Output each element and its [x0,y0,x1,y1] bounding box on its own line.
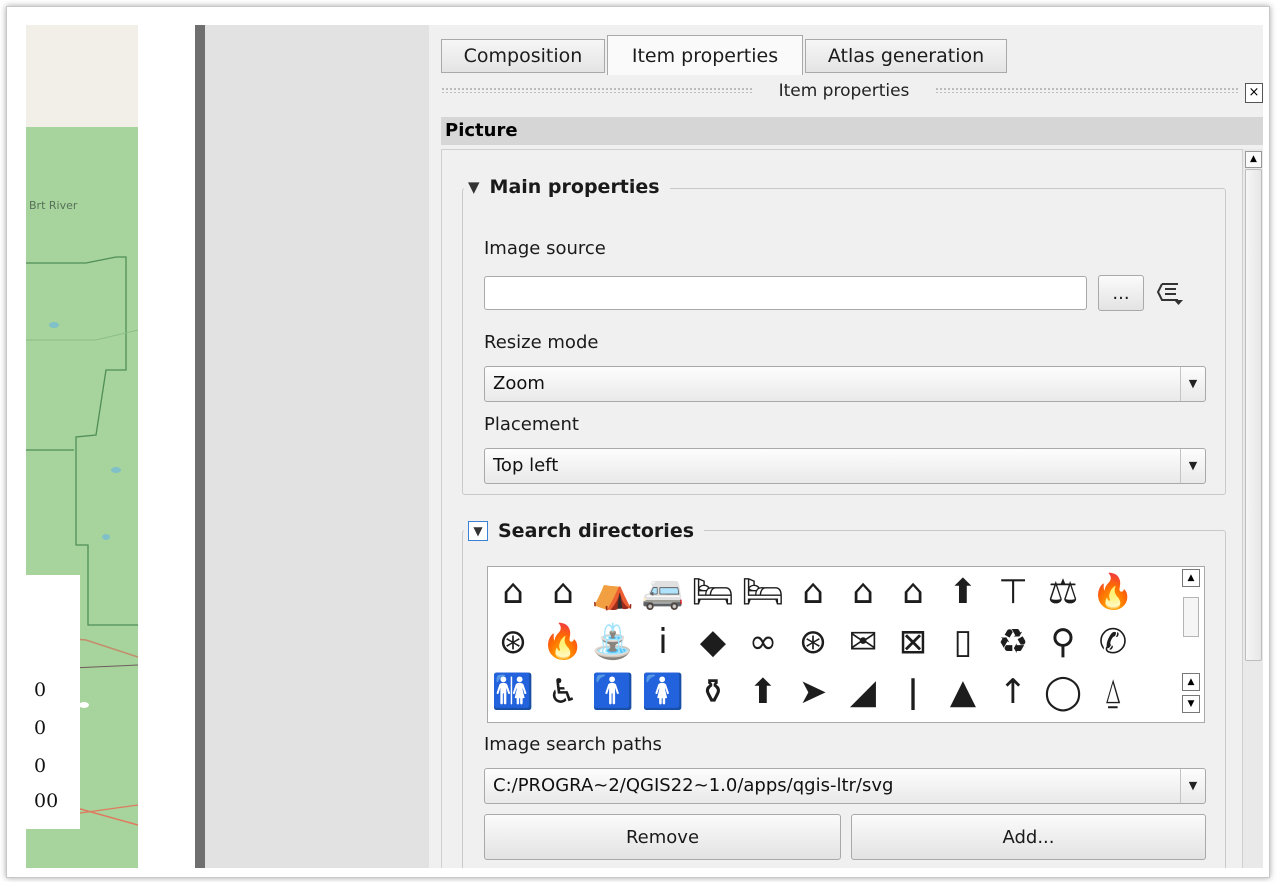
properties-scrollbar[interactable]: ▲ [1242,149,1263,868]
svg-symbol-icon[interactable]: ◆ [690,619,736,665]
svg-symbol-icon[interactable]: ⌂ [490,569,536,615]
svg-symbol-icon[interactable]: 🚐 [640,569,686,615]
svg-symbol-icon[interactable]: ➤ [790,669,836,715]
svg-symbol-icon[interactable]: 🔥 [1090,569,1136,615]
item-type-header: Picture [441,117,1263,145]
svg-symbol-icon[interactable]: 🚺 [640,669,686,715]
svg-symbol-icon[interactable]: ǀ [890,669,936,715]
svg-symbol-icon[interactable]: ⊛ [490,619,536,665]
canvas-ruler-edge [195,25,205,868]
scale-value: 0 [34,755,47,777]
svg-symbol-icon[interactable]: ⌂ [790,569,836,615]
properties-scroll-area[interactable]: ▼ Main properties Image source ... Resiz… [441,149,1243,868]
svg-symbol-icon[interactable]: ⬆ [940,569,986,615]
scale-value: 0 [34,717,47,739]
svg-symbol-icon[interactable]: ⬆ [740,669,786,715]
main-properties-header[interactable]: ▼ Main properties [464,170,670,204]
svg-symbol-icon[interactable]: ⚖ [1040,569,1086,615]
search-paths-select[interactable]: C:/PROGRA~2/QGIS22~1.0/apps/qgis-ltr/svg… [484,768,1206,804]
screenshot-frame: Brt River 0 0 0 00 Composition Item prop… [6,6,1270,878]
scroll-down-icon[interactable]: ▼ [1182,695,1200,713]
group-title: Main properties [489,176,660,198]
remove-button[interactable]: Remove [484,814,841,860]
add-button[interactable]: Add... [851,814,1206,860]
svg-icon-grid[interactable]: ⌂ ⌂ ⛺ 🚐 🛏 🛏 ⌂ ⌂ ⌂ ⬆ ⊤ ⚖ 🔥 ⊛ 🔥 ⛲ i ◆ ∞ ⊛ [487,566,1205,723]
map-river-label: Brt River [29,199,78,212]
chevron-down-icon: ▼ [1180,367,1205,401]
tab-atlas-generation[interactable]: Atlas generation [805,39,1007,73]
search-directories-header[interactable]: ▼ Search directories [464,514,705,548]
svg-symbol-icon[interactable]: ⊤ [990,569,1036,615]
title-grip [935,87,1239,93]
resize-mode-select[interactable]: Zoom ▼ [484,366,1206,402]
placement-label: Placement [484,414,579,435]
svg-symbol-icon[interactable]: ♻ [990,619,1036,665]
dock-title-bar[interactable]: Item properties [429,79,1263,105]
image-source-label: Image source [484,238,606,259]
scroll-up-icon[interactable]: ▲ [1245,151,1262,168]
svg-symbol-icon[interactable]: ✆ [1090,619,1136,665]
svg-symbol-icon[interactable]: ▯ [940,619,986,665]
placement-select[interactable]: Top left ▼ [484,448,1206,484]
svg-symbol-icon[interactable]: ⌂ [540,569,586,615]
scroll-thumb[interactable] [1245,169,1262,661]
resize-mode-label: Resize mode [484,332,599,353]
svg-symbol-icon[interactable]: ⚲ [1040,619,1086,665]
svg-symbol-icon[interactable]: ♿ [540,669,586,715]
svg-symbol-icon[interactable]: ⛺ [590,569,636,615]
svg-symbol-icon[interactable]: ↑ [990,669,1036,715]
svg-symbol-icon[interactable]: 🛏 [740,569,786,615]
group-title: Search directories [498,520,695,542]
close-icon[interactable]: × [1245,83,1263,103]
svg-symbol-icon[interactable]: ⊠ [890,619,936,665]
item-properties-dock: Composition Item properties Atlas genera… [429,25,1263,868]
scale-value: 0 [34,679,47,701]
search-path-value: C:/PROGRA~2/QGIS22~1.0/apps/qgis-ltr/svg [493,775,894,796]
title-grip [441,87,753,93]
svg-symbol-icon[interactable]: 🚹 [590,669,636,715]
svg-symbol-icon[interactable]: ⊛ [790,619,836,665]
data-defined-override-icon[interactable] [1156,278,1186,308]
svg-symbol-icon[interactable]: ⌂ [890,569,936,615]
svg-symbol-icon[interactable]: ⛲ [590,619,636,665]
scale-value: 00 [34,790,59,812]
scroll-up-icon[interactable]: ▲ [1182,569,1200,587]
svg-symbol-icon[interactable]: ∞ [740,619,786,665]
svg-symbol-icon[interactable]: ◢ [840,669,886,715]
placement-value: Top left [493,455,559,476]
collapse-triangle-icon: ▼ [468,521,488,541]
chevron-down-icon: ▼ [1180,449,1205,483]
resize-mode-value: Zoom [493,373,545,394]
icon-grid-scrollbar[interactable]: ▲ ▲ ▼ [1182,569,1202,719]
svg-symbol-icon[interactable]: i [640,619,686,665]
svg-symbol-icon[interactable]: ⚱ [690,669,736,715]
layout-canvas-background [195,25,429,868]
image-search-paths-label: Image search paths [484,734,662,755]
svg-symbol-icon[interactable]: ⌂ [840,569,886,615]
collapse-triangle-icon: ▼ [468,178,480,196]
svg-symbol-icon[interactable]: ✉ [840,619,886,665]
svg-symbol-icon[interactable]: 🛏 [690,569,736,615]
browse-button[interactable]: ... [1098,275,1144,311]
svg-symbol-icon[interactable]: ◯ [1040,669,1086,715]
scroll-up-icon[interactable]: ▲ [1182,673,1200,691]
scale-label-box: 0 0 0 00 [26,575,80,829]
dock-title: Item properties [759,81,929,101]
chevron-down-icon: ▼ [1180,769,1205,803]
scroll-thumb[interactable] [1183,597,1199,637]
tab-composition[interactable]: Composition [441,39,605,73]
svg-symbol-icon[interactable]: ▲ [940,669,986,715]
tab-item-properties[interactable]: Item properties [607,35,803,75]
svg-symbol-icon[interactable]: ⍙ [1090,669,1136,715]
svg-symbol-icon[interactable]: 🔥 [540,619,586,665]
svg-symbol-icon[interactable]: 🚻 [490,669,536,715]
image-source-input[interactable] [484,276,1087,310]
